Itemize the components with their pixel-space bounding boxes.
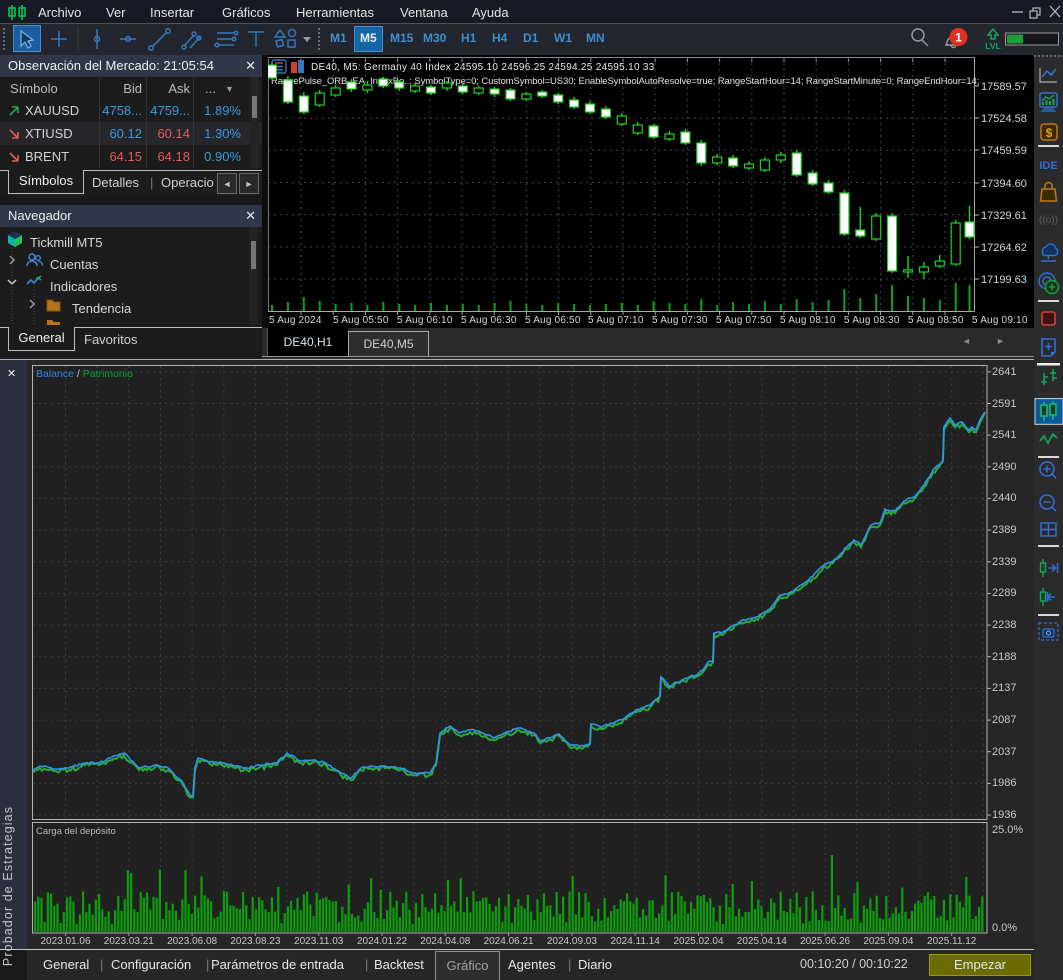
svg-text:$: $: [1046, 126, 1053, 140]
svg-text:IDE: IDE: [1039, 160, 1057, 172]
svg-text:((o)): ((o)): [1039, 215, 1058, 226]
